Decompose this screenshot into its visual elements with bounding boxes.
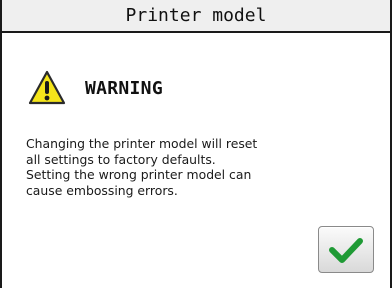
- warning-triangle-icon: [28, 70, 66, 105]
- page-title: Printer model: [2, 0, 390, 33]
- message-line: Changing the printer model will reset: [26, 136, 258, 151]
- message-line: cause embossing errors.: [26, 182, 178, 198]
- warning-title: WARNING: [85, 77, 163, 99]
- message-line: all settings to factory defaults.: [26, 151, 216, 167]
- confirm-button[interactable]: [318, 226, 374, 273]
- message-line: Setting the wrong printer model can: [26, 167, 252, 182]
- warning-message: Changing the printer model will reset al…: [26, 136, 326, 198]
- checkmark-icon: [329, 237, 363, 263]
- warning-header: WARNING: [28, 67, 163, 109]
- printer-model-dialog: Printer model WARNING Changing the print…: [0, 0, 392, 288]
